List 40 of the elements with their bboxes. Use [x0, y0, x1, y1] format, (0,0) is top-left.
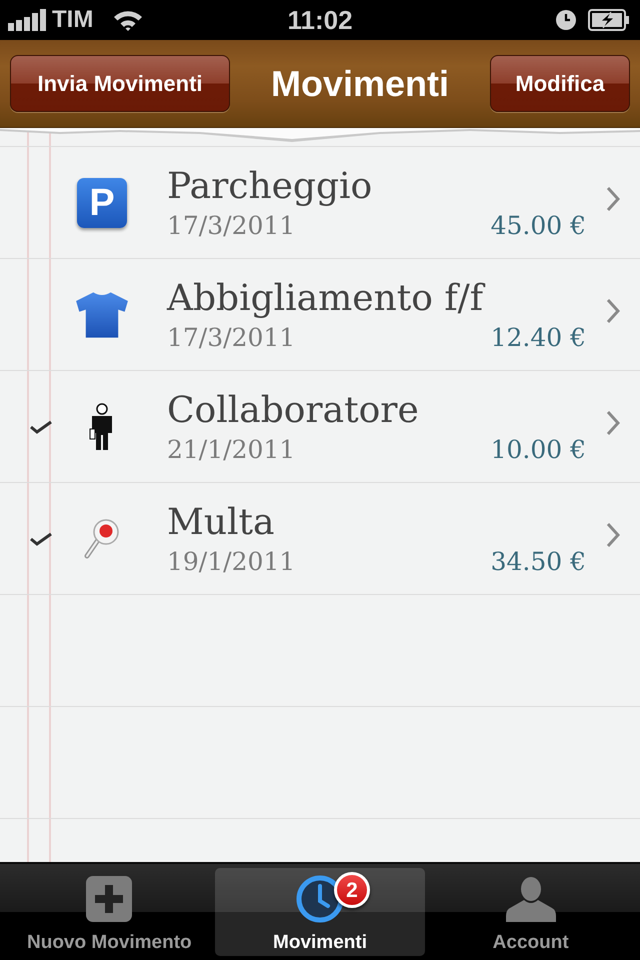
carrier-name: TIM	[52, 8, 94, 32]
screen-title: Movimenti	[270, 62, 450, 106]
chevron-right-icon	[606, 522, 620, 548]
battery-charging-icon	[588, 9, 630, 31]
chevron-right-icon	[606, 298, 620, 324]
movement-title: Multa	[167, 500, 274, 544]
movement-amount: 10.00 €	[490, 434, 586, 466]
movement-title: Parcheggio	[167, 164, 372, 208]
movement-date: 21/1/2011	[167, 434, 296, 466]
movement-amount: 45.00 €	[490, 210, 586, 242]
movement-amount: 12.40 €	[490, 322, 586, 354]
parking-sign-icon: P	[77, 178, 127, 228]
wifi-icon	[113, 9, 144, 31]
movement-date: 19/1/2011	[167, 546, 296, 578]
movement-date: 17/3/2011	[167, 322, 296, 354]
signal-paddle-icon	[84, 518, 120, 560]
tab-button[interactable]: Nuovo Movimento	[4, 868, 215, 956]
edit-button[interactable]: Modifica	[490, 55, 630, 112]
status-time: 11:02	[287, 7, 353, 33]
send-movements-button[interactable]: Invia Movimenti	[10, 55, 230, 112]
person-icon	[506, 876, 556, 922]
plus-icon	[86, 876, 132, 922]
clock-icon	[296, 875, 344, 923]
movement-row[interactable]: Multa 19/1/2011 34.50 €	[0, 483, 640, 595]
movement-date: 17/3/2011	[167, 210, 296, 242]
clock-icon	[556, 10, 576, 30]
movement-row[interactable]: Abbigliamento f/f 17/3/2011 12.40 €	[0, 259, 640, 371]
notification-badge: 2	[334, 872, 370, 908]
movement-title: Collaboratore	[167, 388, 419, 432]
chevron-right-icon	[606, 186, 620, 212]
movement-amount: 34.50 €	[490, 546, 586, 578]
t-shirt-icon	[75, 290, 129, 340]
movement-row[interactable]: Collaboratore 21/1/2011 10.00 €	[0, 371, 640, 483]
tab-button[interactable]: 2 Movimenti	[214, 868, 426, 956]
person-in-suit-icon	[89, 402, 115, 450]
movement-title: Abbigliamento f/f	[167, 276, 484, 320]
chevron-right-icon	[606, 410, 620, 436]
signal-strength-icon	[8, 9, 46, 31]
tab-button[interactable]: Account	[425, 868, 636, 956]
movement-row[interactable]: P Parcheggio 17/3/2011 45.00 €	[0, 147, 640, 259]
